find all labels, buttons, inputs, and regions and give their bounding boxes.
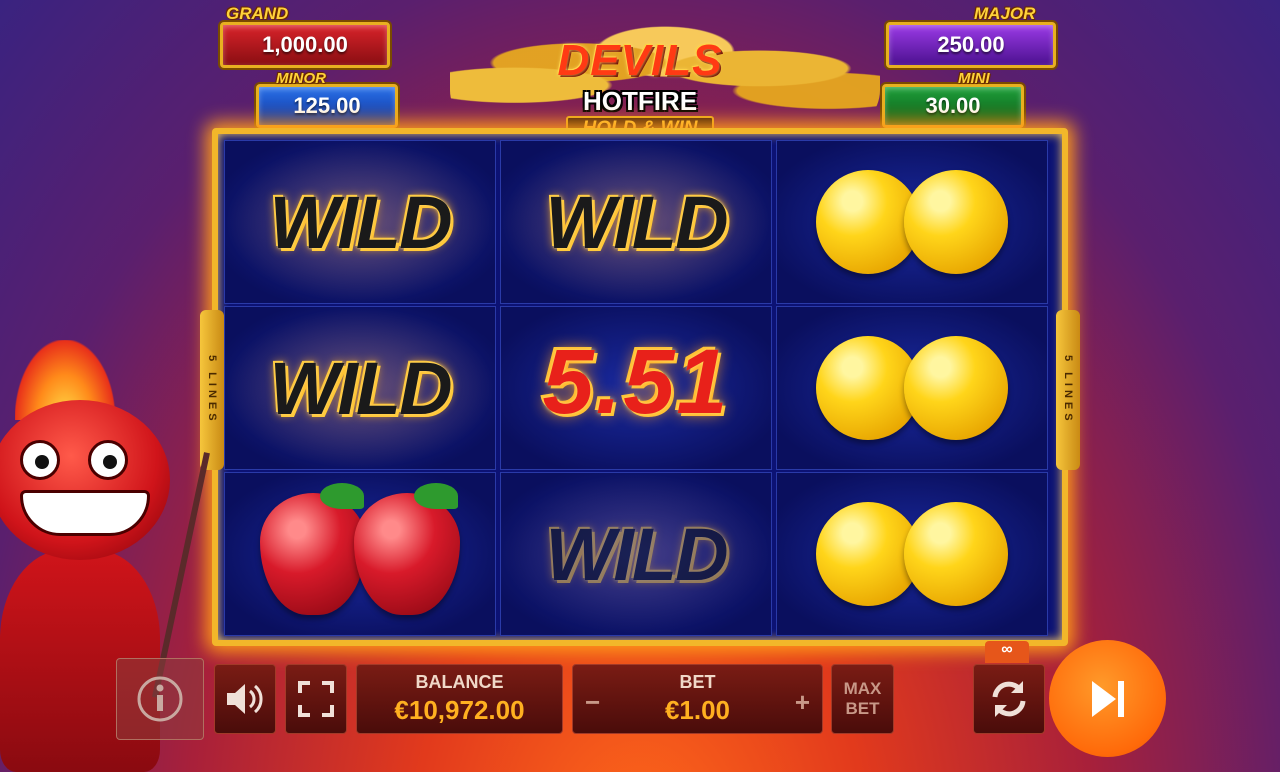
- reel-3-row-2: [776, 306, 1048, 470]
- devil-eye-right: [88, 440, 128, 480]
- wild-symbol: WILD: [501, 473, 771, 635]
- max-bet-label-2: BET: [845, 699, 880, 718]
- minor-jackpot-label: MINOR: [276, 70, 326, 87]
- skip-forward-icon: [1091, 680, 1124, 717]
- strawberry-icon: [260, 483, 366, 615]
- strawberry-symbol: [225, 473, 495, 635]
- devil-head: [0, 400, 170, 560]
- reel-3-row-1: [776, 140, 1048, 304]
- max-bet-button[interactable]: MAX BET: [831, 664, 894, 734]
- balance-display: BALANCE €10,972.00: [356, 664, 563, 734]
- autoplay-count: ∞: [985, 641, 1029, 663]
- bet-selector: − BET €1.00 +: [572, 664, 823, 734]
- spin-button[interactable]: [1049, 640, 1166, 757]
- logo-hotfire: HOTFIRE: [582, 86, 698, 116]
- bet-value: €1.00: [664, 695, 731, 725]
- info-button[interactable]: [116, 658, 204, 740]
- lemon-symbol: [777, 473, 1047, 635]
- lemon-symbol: [777, 307, 1047, 469]
- reel-1-row-2: WILD: [224, 306, 496, 470]
- autoplay-icon: [992, 681, 1026, 717]
- wild-symbol: WILD: [501, 141, 771, 303]
- sound-button[interactable]: [214, 664, 276, 734]
- win-amount: 5.51: [542, 331, 730, 433]
- balance-value: €10,972.00: [394, 695, 525, 725]
- bet-increase-button[interactable]: +: [795, 687, 810, 718]
- minor-jackpot-value: 125.00: [293, 93, 361, 118]
- lemon-icon: [904, 170, 1008, 274]
- mini-jackpot: 30.00: [882, 84, 1024, 128]
- lines-indicator-right: 5 LINES: [1056, 310, 1080, 470]
- bet-decrease-button[interactable]: −: [585, 687, 600, 718]
- autoplay-button[interactable]: [973, 664, 1045, 734]
- lemon-symbol: [777, 141, 1047, 303]
- minor-jackpot: 125.00: [256, 84, 398, 128]
- reel-2-row-3: WILD: [500, 472, 772, 636]
- speaker-icon: [227, 684, 263, 714]
- devil-eye-left: [20, 440, 60, 480]
- reel-1-row-1: WILD: [224, 140, 496, 304]
- major-jackpot-label: MAJOR: [974, 4, 1036, 23]
- grand-jackpot: 1,000.00: [220, 22, 390, 68]
- grand-jackpot-value: 1,000.00: [262, 32, 348, 57]
- lemon-icon: [904, 502, 1008, 606]
- reel-3-row-3: [776, 472, 1048, 636]
- logo-devils: DEVILS: [557, 36, 723, 85]
- major-jackpot: 250.00: [886, 22, 1056, 68]
- mini-jackpot-label: MINI: [958, 70, 990, 87]
- lemon-icon: [904, 336, 1008, 440]
- info-icon: [137, 676, 183, 722]
- wild-symbol: WILD: [225, 307, 495, 469]
- fullscreen-button[interactable]: [285, 664, 347, 734]
- max-bet-label-1: MAX: [843, 679, 882, 698]
- strawberry-icon: [354, 483, 460, 615]
- mini-jackpot-value: 30.00: [925, 93, 981, 118]
- devil-mouth: [20, 490, 150, 536]
- balance-label: BALANCE: [415, 672, 504, 692]
- bet-label: BET: [679, 672, 716, 692]
- fullscreen-icon: [298, 681, 334, 717]
- wild-symbol: WILD: [225, 141, 495, 303]
- major-jackpot-value: 250.00: [937, 32, 1005, 57]
- grand-jackpot-label: GRAND: [226, 4, 289, 23]
- reel-2-row-1: WILD: [500, 140, 772, 304]
- reel-1-row-3: [224, 472, 496, 636]
